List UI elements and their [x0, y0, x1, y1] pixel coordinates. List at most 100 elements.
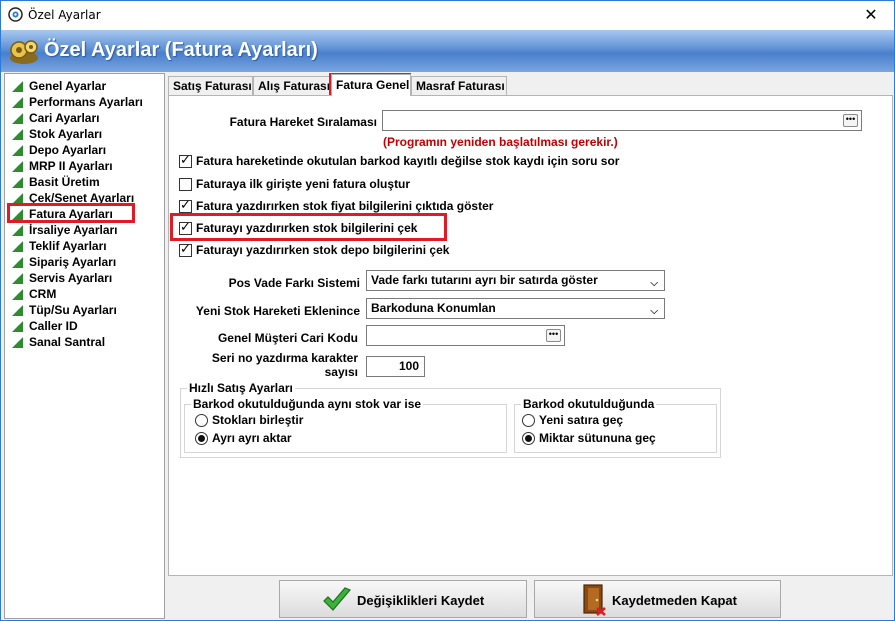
sidebar-item-label: Performans Ayarları	[29, 95, 143, 109]
sidebar-item-tup-su[interactable]: Tüp/Su Ayarları	[5, 302, 164, 318]
radio-dot[interactable]	[522, 414, 535, 427]
checkbox-box[interactable]: ✓	[179, 242, 192, 257]
radio-selected-dot	[198, 435, 205, 442]
yeni-stok-select[interactable]: Barkoduna Konumlan ⌵	[366, 298, 665, 319]
seri-input[interactable]: 100	[366, 356, 425, 377]
sidebar-item-mrp[interactable]: MRP II Ayarları	[5, 158, 164, 174]
settings-sidebar: Genel Ayarlar Performans Ayarları Cari A…	[4, 73, 165, 619]
radio-dot[interactable]	[195, 414, 208, 427]
sidebar-item-cek-senet[interactable]: Çek/Senet Ayarları	[5, 190, 164, 206]
sidebar-item-label: Tüp/Su Ayarları	[29, 303, 117, 317]
checkbox-barkod-soru[interactable]: ✓ Fatura hareketinde okutulan barkod kay…	[179, 153, 620, 170]
radio-stoklari-birlestir[interactable]: Stokları birleştir	[195, 413, 303, 429]
tab-label: Satış Faturası	[173, 79, 252, 93]
sidebar-item-siparis[interactable]: Sipariş Ayarları	[5, 254, 164, 270]
sidebar-item-genel[interactable]: Genel Ayarlar	[5, 78, 164, 94]
seri-label-1: Seri no yazdırma karakter	[211, 351, 358, 365]
hareket-label: Fatura Hareket Sıralaması	[229, 115, 377, 129]
save-button[interactable]: Değişiklikleri Kaydet	[279, 580, 527, 618]
radio-label: Ayrı ayrı aktar	[212, 431, 292, 445]
sidebar-list: Genel Ayarlar Performans Ayarları Cari A…	[5, 74, 164, 350]
radio-ayri-ayri-aktar[interactable]: Ayrı ayrı aktar	[195, 431, 292, 447]
sidebar-item-crm[interactable]: CRM	[5, 286, 164, 302]
tab-satis-faturasi[interactable]: Satış Faturası	[168, 76, 253, 96]
sidebar-item-caller-id[interactable]: Caller ID	[5, 318, 164, 334]
checkbox-label: Fatura hareketinde okutulan barkod kayıt…	[196, 154, 620, 168]
radio-dot[interactable]	[195, 432, 208, 445]
yeni-stok-label: Yeni Stok Hareketi Eklenince	[195, 304, 360, 318]
triangle-icon	[12, 129, 23, 140]
sidebar-item-basit-uretim[interactable]: Basit Üretim	[5, 174, 164, 190]
tab-fatura-genel[interactable]: Fatura Genel	[331, 74, 411, 96]
tab-label: Fatura Genel	[336, 78, 410, 92]
tab-masraf-faturasi[interactable]: Masraf Faturası	[411, 76, 507, 96]
sidebar-item-label: MRP II Ayarları	[29, 159, 113, 173]
checkbox-box[interactable]: ✓	[179, 198, 192, 213]
triangle-icon	[12, 177, 23, 188]
triangle-icon	[12, 113, 23, 124]
sidebar-item-label: Çek/Senet Ayarları	[29, 191, 135, 205]
radio-dot[interactable]	[522, 432, 535, 445]
chevron-down-icon: ⌵	[650, 306, 658, 317]
door-exit-icon	[583, 584, 606, 616]
radio-label: Stokları birleştir	[212, 413, 304, 427]
sidebar-item-cari[interactable]: Cari Ayarları	[5, 110, 164, 126]
triangle-icon	[12, 161, 23, 172]
checkbox-stok-bilgileri[interactable]: ✓ Faturayı yazdırırken stok bilgilerini …	[179, 220, 418, 237]
sidebar-item-label: CRM	[29, 287, 57, 301]
radio-yeni-satira-gec[interactable]: Yeni satıra geç	[522, 413, 623, 429]
restart-note: (Programın yeniden başlatılması gerekir.…	[383, 135, 618, 149]
musteri-field[interactable]: •••	[366, 325, 565, 346]
checkbox-fiyat-goster[interactable]: ✓ Fatura yazdırırken stok fiyat bilgiler…	[179, 198, 493, 215]
close-without-save-button[interactable]: Kaydetmeden Kapat	[534, 580, 781, 618]
triangle-icon	[12, 209, 23, 220]
triangle-icon	[12, 81, 23, 92]
sidebar-item-label: Genel Ayarlar	[29, 79, 107, 93]
sidebar-item-label: Cari Ayarları	[29, 111, 100, 125]
sidebar-item-label: Teklif Ayarları	[29, 239, 107, 253]
ellipsis-button[interactable]: •••	[843, 114, 858, 127]
checkbox-box[interactable]: ✓	[179, 220, 192, 235]
sidebar-item-servis[interactable]: Servis Ayarları	[5, 270, 164, 286]
sidebar-item-label: Sipariş Ayarları	[29, 255, 117, 269]
sidebar-item-label: Basit Üretim	[29, 175, 100, 189]
checkbox-box[interactable]: ✓	[179, 153, 192, 168]
ellipsis-button[interactable]: •••	[546, 329, 561, 342]
sidebar-item-teklif[interactable]: Teklif Ayarları	[5, 238, 164, 254]
checkmark-icon	[323, 587, 351, 611]
sidebar-item-label: Sanal Santral	[29, 335, 106, 349]
close-icon[interactable]: ✕	[848, 1, 894, 30]
app-icon	[8, 7, 23, 22]
barkod-ayni-stok-title: Barkod okutulduğunda aynı stok var ise	[191, 397, 424, 411]
radio-label: Miktar sütununa geç	[539, 431, 656, 445]
seri-label-2: sayısı	[324, 365, 358, 379]
sidebar-item-stok[interactable]: Stok Ayarları	[5, 126, 164, 142]
sidebar-item-performans[interactable]: Performans Ayarları	[5, 94, 164, 110]
check-icon: ✓	[180, 242, 191, 257]
sidebar-item-label: Servis Ayarları	[29, 271, 113, 285]
checkbox-label: Faturayı yazdırırken stok bilgilerini çe…	[196, 221, 418, 235]
settings-window: Özel Ayarlar ✕ Özel Ayarlar (Fatura Ayar…	[0, 0, 895, 621]
button-bar: Değişiklikleri Kaydet Kaydetmeden Kapat	[168, 577, 893, 620]
pos-select[interactable]: Vade farkı tutarını ayrı bir satırda gös…	[366, 270, 665, 291]
sidebar-item-label: Fatura Ayarları	[29, 207, 113, 221]
pos-value: Vade farkı tutarını ayrı bir satırda gös…	[371, 273, 598, 287]
sidebar-item-fatura[interactable]: Fatura Ayarları	[5, 206, 164, 222]
triangle-icon	[12, 337, 23, 348]
tab-alis-faturasi[interactable]: Alış Faturası	[253, 76, 331, 96]
triangle-icon	[12, 193, 23, 204]
sidebar-item-label: Caller ID	[29, 319, 78, 333]
page-title: Özel Ayarlar (Fatura Ayarları)	[44, 39, 318, 61]
sidebar-item-irsaliye[interactable]: İrsaliye Ayarları	[5, 222, 164, 238]
hizli-satis-title: Hızlı Satış Ayarları	[187, 381, 295, 395]
chevron-down-icon: ⌵	[650, 278, 658, 289]
checkbox-depo-bilgileri[interactable]: ✓ Faturayı yazdırırken stok depo bilgile…	[179, 242, 449, 259]
checkbox-ilk-giris[interactable]: Faturaya ilk girişte yeni fatura oluştur	[179, 177, 410, 193]
close-without-save-label: Kaydetmeden Kapat	[612, 593, 737, 608]
hareket-field[interactable]: •••	[382, 110, 862, 131]
radio-miktar-sutununa-gec[interactable]: Miktar sütununa geç	[522, 431, 656, 447]
save-button-label: Değişiklikleri Kaydet	[357, 593, 485, 608]
sidebar-item-sanal-santral[interactable]: Sanal Santral	[5, 334, 164, 350]
checkbox-box[interactable]	[179, 178, 192, 191]
sidebar-item-depo[interactable]: Depo Ayarları	[5, 142, 164, 158]
